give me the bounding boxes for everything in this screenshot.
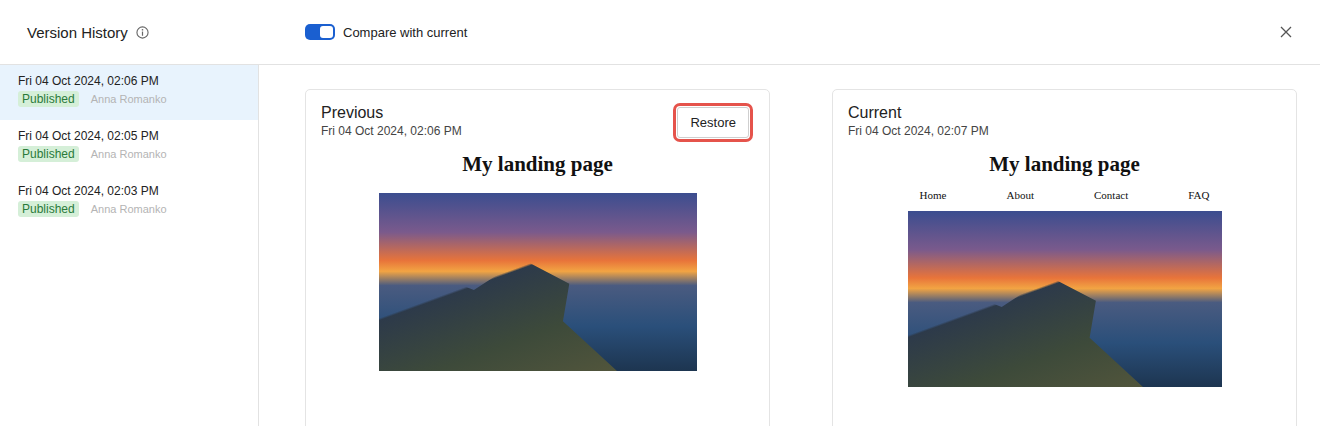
status-badge: Published: [18, 146, 79, 162]
photo-mountains: [379, 246, 697, 371]
status-badge: Published: [18, 201, 79, 217]
author-name: Anna Romanko: [91, 203, 167, 215]
version-date: Fri 04 Oct 2024, 02:06 PM: [18, 74, 240, 88]
body: Fri 04 Oct 2024, 02:06 PM Published Anna R…: [0, 65, 1320, 426]
header: Version History Compare with current: [0, 0, 1320, 65]
toggle-switch[interactable]: [305, 24, 335, 40]
status-badge: Published: [18, 91, 79, 107]
nav-link[interactable]: Contact: [1094, 189, 1128, 201]
version-date: Fri 04 Oct 2024, 02:05 PM: [18, 129, 240, 143]
toggle-knob: [320, 26, 333, 38]
close-icon[interactable]: [1280, 26, 1292, 38]
dialog-title: Version History: [27, 24, 128, 41]
version-card: CurrentFri 04 Oct 2024, 02:07 PMMy landi…: [832, 89, 1297, 426]
version-meta: Published Anna Romanko: [18, 201, 240, 217]
page-preview: My landing page Home About Contact FAQ: [848, 152, 1281, 387]
nav-link[interactable]: About: [1006, 189, 1034, 201]
card-header: Current Fri 04 Oct 2024, 02:07 PM: [848, 104, 1281, 138]
version-date: Fri 04 Oct 2024, 02:03 PM: [18, 184, 240, 198]
card-header: Previous Fri 04 Oct 2024, 02:06 PM Restore: [321, 104, 754, 138]
page-nav: Home About Contact FAQ: [920, 189, 1210, 201]
page-heading: My landing page: [989, 152, 1140, 177]
version-item[interactable]: Fri 04 Oct 2024, 02:05 PM Published Anna R…: [0, 120, 258, 175]
card-heading: Current Fri 04 Oct 2024, 02:07 PM: [848, 104, 989, 138]
card-title: Previous: [321, 104, 462, 122]
title-area: Version History: [0, 24, 259, 41]
version-meta: Published Anna Romanko: [18, 91, 240, 107]
version-card: Previous Fri 04 Oct 2024, 02:06 PM Restore…: [305, 89, 770, 426]
nav-link[interactable]: FAQ: [1188, 189, 1209, 201]
author-name: Anna Romanko: [91, 148, 167, 160]
author-name: Anna Romanko: [91, 93, 167, 105]
nav-link[interactable]: Home: [920, 189, 947, 201]
card-title: Current: [848, 104, 989, 122]
photo-mountains: [908, 264, 1222, 387]
compare-toggle[interactable]: Compare with current: [305, 24, 467, 40]
card-heading: Previous Fri 04 Oct 2024, 02:06 PM: [321, 104, 462, 138]
info-icon[interactable]: [136, 26, 149, 39]
restore-button[interactable]: Restore: [677, 107, 749, 138]
version-item[interactable]: Fri 04 Oct 2024, 02:06 PM Published Anna R…: [0, 65, 258, 120]
landscape-photo: [908, 211, 1222, 387]
version-list: Fri 04 Oct 2024, 02:06 PM Published Anna R…: [0, 65, 259, 426]
version-item[interactable]: Fri 04 Oct 2024, 02:03 PM Published Anna R…: [0, 175, 258, 230]
version-meta: Published Anna Romanko: [18, 146, 240, 162]
toggle-label: Compare with current: [343, 25, 467, 40]
page-preview: My landing page: [321, 152, 754, 371]
card-date: Fri 04 Oct 2024, 02:06 PM: [321, 124, 462, 138]
card-date: Fri 04 Oct 2024, 02:07 PM: [848, 124, 989, 138]
comparison-area: Previous Fri 04 Oct 2024, 02:06 PM Restore…: [259, 65, 1320, 426]
version-history-dialog: Version History Compare with current Fri 0…: [0, 0, 1320, 426]
page-heading: My landing page: [462, 152, 613, 177]
landscape-photo: [379, 193, 697, 371]
